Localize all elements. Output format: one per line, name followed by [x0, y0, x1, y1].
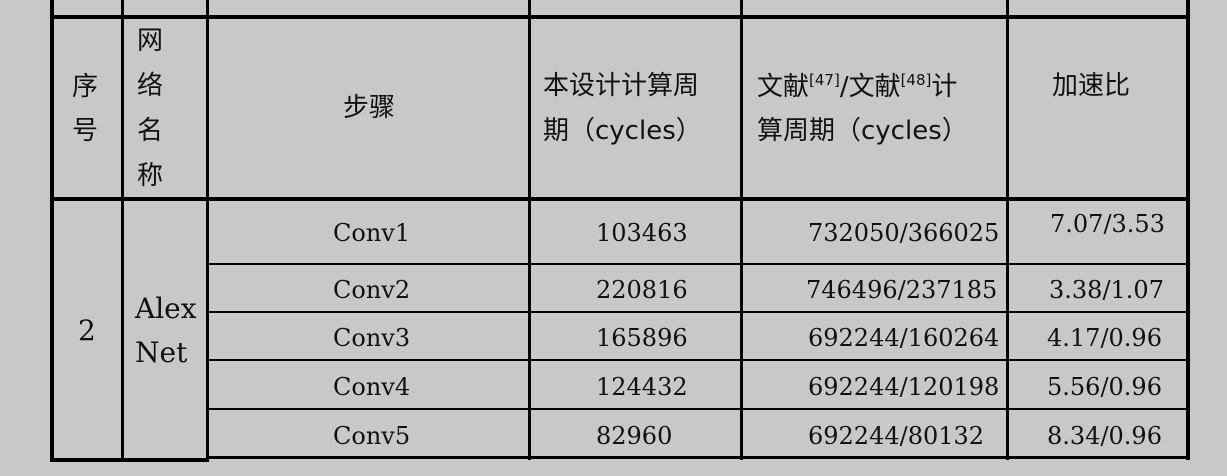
grid-line	[528, 0, 531, 460]
row-group-network-line2: Net	[135, 336, 188, 369]
header-this-design-line2: 期（cycles）	[543, 116, 702, 146]
grid-line	[121, 0, 124, 462]
cell-step: Conv1	[333, 219, 411, 247]
header-network-char: 络	[137, 71, 164, 101]
header-network-char: 网	[137, 26, 164, 56]
header-reference-line1: 文献[47]/文献[48]计	[757, 71, 958, 102]
grid-line	[1186, 0, 1190, 460]
header-network-char: 称	[137, 161, 164, 191]
grid-line	[50, 458, 208, 462]
header-index-char: 序	[72, 72, 99, 102]
cell-speedup: 4.17/0.96	[1047, 324, 1162, 352]
cell-step: Conv3	[333, 324, 411, 352]
cell-step: Conv4	[333, 373, 411, 401]
header-reference-mid: /文献	[839, 72, 901, 102]
header-network-char: 名	[137, 116, 164, 146]
cell-speedup: 8.34/0.96	[1047, 422, 1162, 450]
header-index-char: 号	[72, 116, 99, 146]
grid-line	[206, 359, 1190, 361]
cell-step: Conv5	[333, 422, 411, 450]
cell-reference: 692244/80132	[808, 422, 985, 450]
row-group-index: 2	[78, 314, 96, 347]
grid-line	[740, 0, 743, 460]
cell-this-design: 165896	[596, 324, 688, 352]
grid-line	[206, 408, 1190, 410]
cell-this-design: 103463	[596, 219, 688, 247]
cell-speedup: 3.38/1.07	[1049, 276, 1164, 304]
header-step: 步骤	[343, 93, 396, 123]
cell-speedup: 7.07/3.53	[1050, 210, 1165, 238]
header-reference-line2: 算周期（cycles）	[757, 116, 968, 146]
cell-reference: 692244/120198	[808, 373, 1000, 401]
cell-step: Conv2	[333, 276, 411, 304]
header-speedup: 加速比	[1052, 71, 1131, 101]
header-reference-suffix: 计	[931, 72, 958, 102]
cell-reference: 746496/237185	[806, 276, 998, 304]
cell-this-design: 220816	[596, 276, 688, 304]
grid-line	[206, 0, 209, 462]
grid-line	[50, 15, 1190, 19]
citation-47: [47]	[809, 71, 840, 89]
grid-line	[50, 0, 54, 462]
citation-48: [48]	[900, 71, 932, 89]
grid-line	[1006, 0, 1009, 460]
cell-reference: 732050/366025	[808, 219, 1000, 247]
grid-line	[206, 263, 1190, 265]
cell-this-design: 124432	[596, 373, 688, 401]
header-reference-prefix: 文献	[757, 72, 810, 102]
cell-reference: 692244/160264	[808, 324, 1000, 352]
row-group-network-line1: Alex	[135, 292, 197, 325]
grid-line	[206, 456, 1190, 459]
header-this-design-line1: 本设计计算周	[543, 71, 700, 101]
grid-line	[206, 311, 1190, 313]
grid-line	[50, 197, 1190, 201]
cell-this-design: 82960	[596, 422, 673, 450]
cell-speedup: 5.56/0.96	[1047, 373, 1162, 401]
